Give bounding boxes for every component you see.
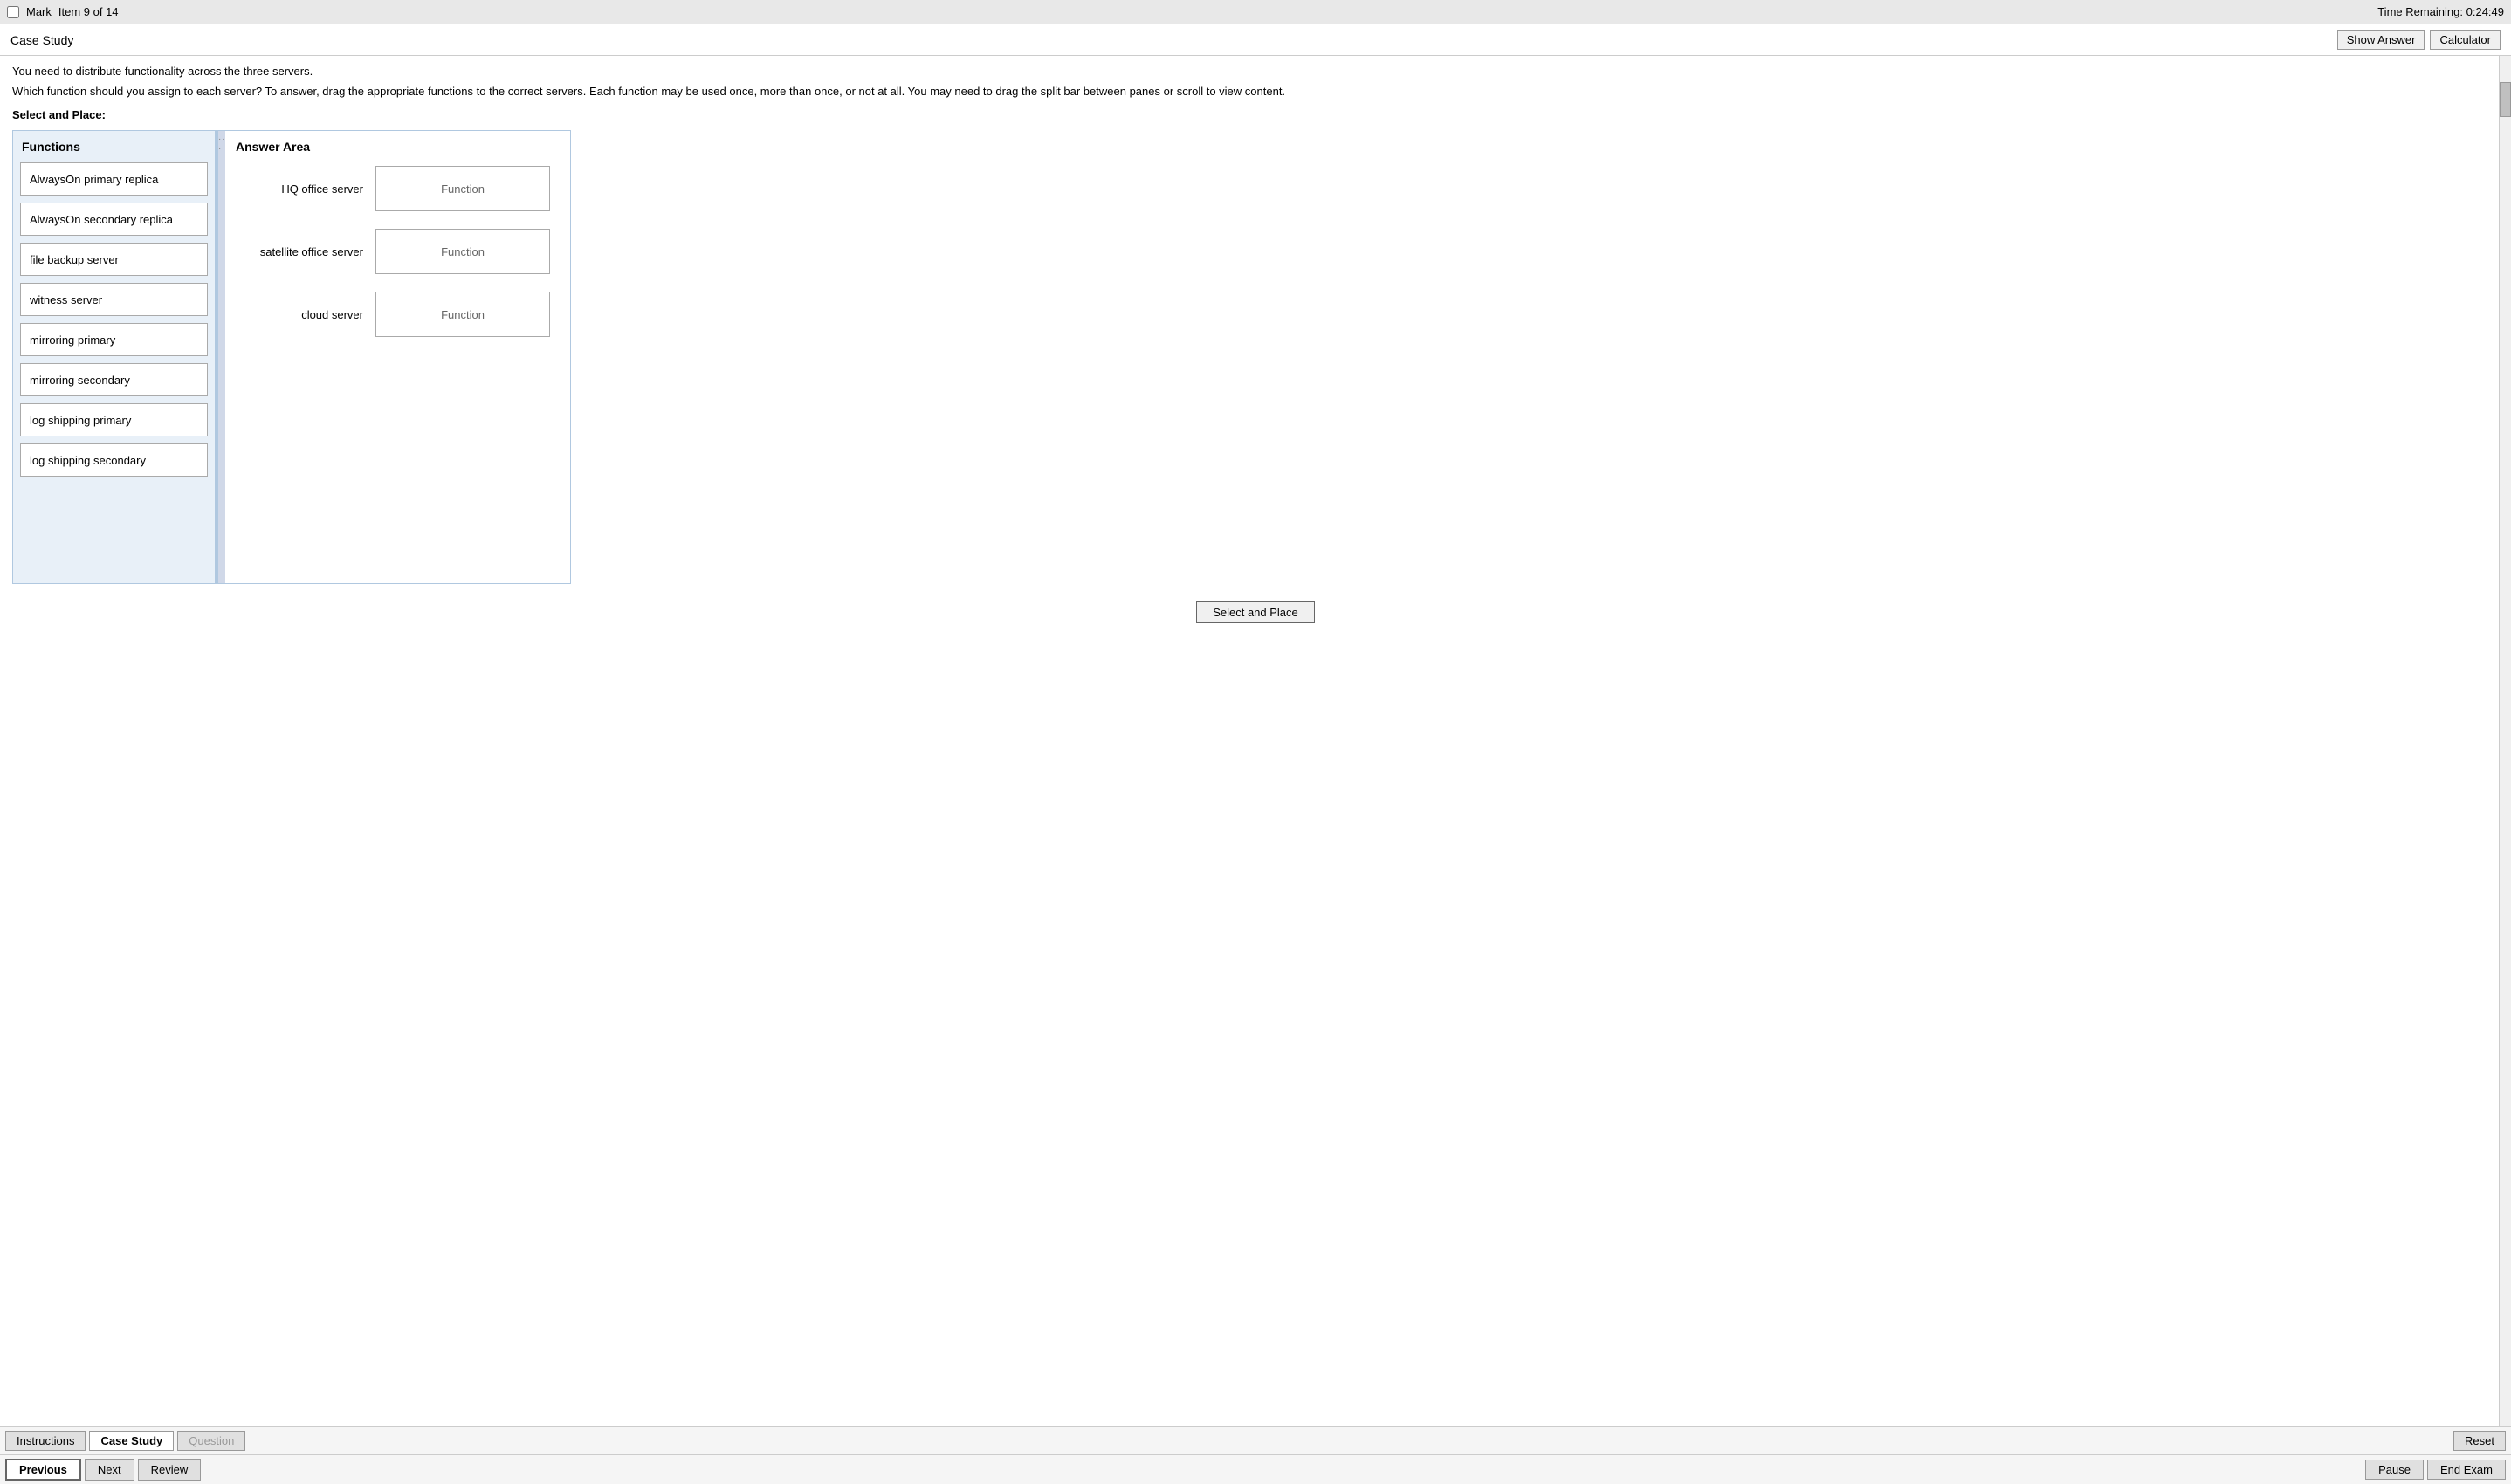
- answer-row-satellite: satellite office server Function: [236, 229, 560, 274]
- calculator-button[interactable]: Calculator: [2430, 30, 2501, 50]
- instruction-text-2: Which function should you assign to each…: [12, 85, 2499, 98]
- review-button[interactable]: Review: [138, 1459, 202, 1481]
- time-value: 0:24:49: [2466, 5, 2504, 18]
- drop-zone-hq[interactable]: Function: [375, 166, 550, 211]
- functions-title: Functions: [20, 140, 208, 154]
- select-place-button[interactable]: Select and Place: [1196, 601, 1315, 623]
- next-button[interactable]: Next: [85, 1459, 134, 1481]
- reset-button[interactable]: Reset: [2453, 1431, 2506, 1451]
- tab-case-study[interactable]: Case Study: [89, 1431, 174, 1451]
- answer-pane: Answer Area HQ office server Function sa…: [225, 131, 570, 583]
- drop-zone-cloud[interactable]: Function: [375, 292, 550, 337]
- dnd-container: Functions AlwaysOn primary replica Alway…: [12, 130, 571, 584]
- server-label-hq: HQ office server: [236, 182, 375, 196]
- content-area: You need to distribute functionality acr…: [0, 56, 2511, 1426]
- resize-dots: · · ·: [218, 134, 225, 154]
- top-bar-left: Mark Item 9 of 14: [7, 5, 119, 18]
- item-info: Item 9 of 14: [58, 5, 119, 18]
- tab-instructions[interactable]: Instructions: [5, 1431, 86, 1451]
- tab-bar: Instructions Case Study Question Reset: [0, 1427, 2511, 1455]
- function-item[interactable]: log shipping primary: [20, 403, 208, 436]
- previous-button[interactable]: Previous: [5, 1459, 81, 1481]
- show-answer-button[interactable]: Show Answer: [2337, 30, 2425, 50]
- function-item[interactable]: mirroring primary: [20, 323, 208, 356]
- right-scrollbar[interactable]: [2499, 56, 2511, 1426]
- function-item[interactable]: AlwaysOn secondary replica: [20, 203, 208, 236]
- nav-bar-left: Previous Next Review: [5, 1459, 201, 1481]
- select-place-label: Select and Place:: [12, 108, 2499, 121]
- function-item[interactable]: log shipping secondary: [20, 443, 208, 477]
- answer-row-hq: HQ office server Function: [236, 166, 560, 211]
- answer-row-cloud: cloud server Function: [236, 292, 560, 337]
- header-buttons: Show Answer Calculator: [2337, 30, 2501, 50]
- function-item[interactable]: witness server: [20, 283, 208, 316]
- answer-title: Answer Area: [236, 140, 560, 154]
- resize-handle[interactable]: · · ·: [218, 131, 225, 583]
- mark-checkbox[interactable]: [7, 6, 19, 18]
- top-bar: Mark Item 9 of 14 Time Remaining: 0:24:4…: [0, 0, 2511, 24]
- case-study-label: Case Study: [10, 33, 73, 47]
- mark-label[interactable]: Mark: [26, 5, 52, 18]
- time-remaining: Time Remaining: 0:24:49: [2377, 5, 2504, 18]
- select-place-btn-row: Select and Place: [12, 601, 2499, 623]
- instruction-text-1: You need to distribute functionality acr…: [12, 65, 2499, 78]
- end-exam-button[interactable]: End Exam: [2427, 1460, 2506, 1480]
- header-area: Case Study Show Answer Calculator: [0, 24, 2511, 56]
- function-item[interactable]: mirroring secondary: [20, 363, 208, 396]
- server-label-cloud: cloud server: [236, 308, 375, 321]
- drop-zone-satellite[interactable]: Function: [375, 229, 550, 274]
- function-item[interactable]: AlwaysOn primary replica: [20, 162, 208, 196]
- server-label-satellite: satellite office server: [236, 245, 375, 258]
- nav-bar-right: Pause End Exam: [2365, 1460, 2506, 1480]
- nav-bar: Previous Next Review Pause End Exam: [0, 1455, 2511, 1484]
- bottom-area: Instructions Case Study Question Reset P…: [0, 1426, 2511, 1484]
- time-label: Time Remaining:: [2377, 5, 2463, 18]
- pause-button[interactable]: Pause: [2365, 1460, 2424, 1480]
- tab-question[interactable]: Question: [177, 1431, 245, 1451]
- scrollbar-thumb[interactable]: [2500, 82, 2511, 117]
- functions-pane: Functions AlwaysOn primary replica Alway…: [13, 131, 218, 583]
- tab-bar-left: Instructions Case Study Question: [5, 1431, 245, 1451]
- function-item[interactable]: file backup server: [20, 243, 208, 276]
